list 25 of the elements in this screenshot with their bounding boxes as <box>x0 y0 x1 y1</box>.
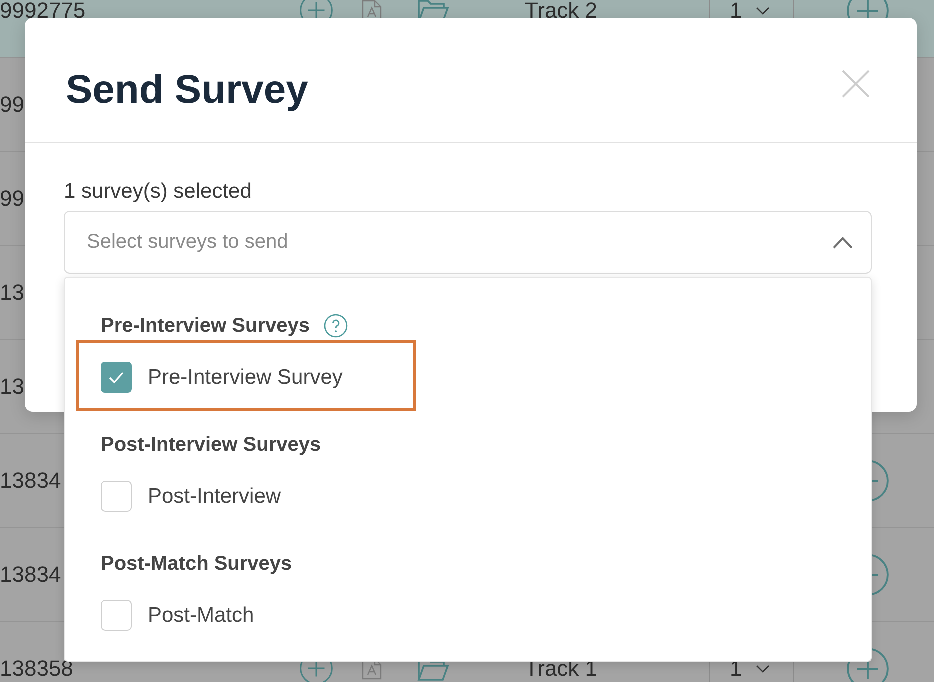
selection-count: 1 survey(s) selected <box>64 180 252 204</box>
caret-icon <box>756 6 770 14</box>
checkbox[interactable] <box>101 362 132 393</box>
option-label[interactable]: Post-Match <box>148 602 254 628</box>
dialog-title: Send Survey <box>66 67 308 114</box>
row-id: 9992775 <box>0 0 86 22</box>
group-heading: Post-Interview Surveys <box>101 433 322 458</box>
caret-icon <box>756 664 770 672</box>
row-id: 13 <box>0 376 24 398</box>
checkbox[interactable] <box>101 481 132 512</box>
chevron-up-icon <box>833 236 853 248</box>
row-id: 13 <box>0 282 24 304</box>
checkbox[interactable] <box>101 600 132 631</box>
row-id: 13834 <box>0 564 62 586</box>
help-icon[interactable] <box>324 314 348 338</box>
option-label[interactable]: Post-Interview <box>148 484 282 510</box>
track-name: Track 2 <box>525 0 598 22</box>
quantity-dropdown[interactable]: 1 <box>730 0 770 22</box>
row-id: 99 <box>0 94 24 116</box>
group-heading: Pre-Interview Surveys <box>101 314 310 339</box>
row-id: 13834 <box>0 470 62 492</box>
group-heading: Post-Match Surveys <box>101 552 292 577</box>
row-id: 99 <box>0 188 24 210</box>
row-id: 138358 <box>0 658 74 680</box>
option-label[interactable]: Pre-Interview Survey <box>148 364 343 390</box>
